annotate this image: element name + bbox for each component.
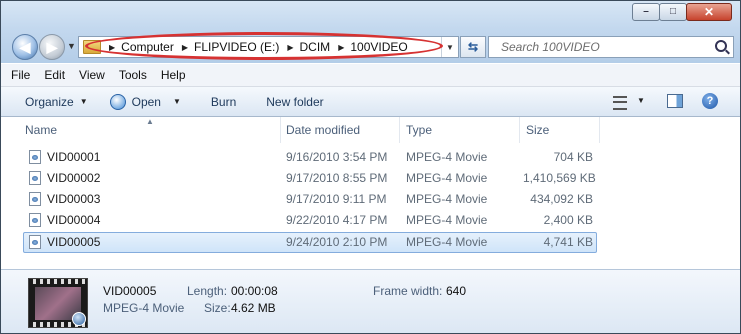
details-file-name: VID00005	[103, 284, 157, 298]
details-length-value[interactable]: 00:00:08	[231, 284, 278, 298]
breadcrumb-dcim[interactable]: DCIM	[300, 40, 331, 54]
open-button[interactable]: Open ▼	[109, 93, 181, 110]
address-bar[interactable]: ▶ Computer ▶ FLIPVIDEO (E:) ▶ DCIM ▶ 100…	[78, 36, 459, 58]
open-icon	[109, 93, 126, 110]
breadcrumb-separator-icon[interactable]: ▶	[287, 43, 293, 52]
organize-label: Organize	[25, 94, 74, 109]
file-date: 9/17/2010 9:11 PM	[286, 192, 387, 206]
details-size-label: Size:	[204, 301, 231, 315]
chevron-down-icon: ▼	[79, 97, 88, 106]
breadcrumb-100video[interactable]: 100VIDEO	[350, 40, 407, 54]
file-type: MPEG-4 Movie	[406, 213, 488, 227]
file-date: 9/24/2010 2:10 PM	[286, 235, 388, 249]
details-length-label: Length:	[187, 284, 228, 298]
file-size: 2,400 KB	[543, 213, 593, 227]
file-size: 4,741 KB	[543, 235, 593, 249]
video-file-icon	[29, 213, 41, 227]
menu-file[interactable]: File	[1, 68, 37, 82]
view-options-icon[interactable]	[613, 96, 627, 110]
search-input[interactable]	[499, 39, 713, 55]
minimize-button[interactable]: –	[632, 3, 660, 21]
details-size-value: 4.62 MB	[231, 301, 276, 315]
maximize-button[interactable]: □	[659, 3, 687, 21]
file-name: VID00005	[47, 235, 101, 249]
recent-pages-dropdown[interactable]: ▼	[67, 41, 76, 51]
breadcrumb-computer[interactable]: Computer	[121, 40, 174, 54]
file-type: MPEG-4 Movie	[406, 235, 488, 249]
search-box[interactable]	[488, 36, 734, 58]
refresh-icon: ⇆	[467, 40, 479, 54]
file-row[interactable]: VID00004 9/22/2010 4:17 PM MPEG-4 Movie …	[23, 210, 597, 231]
explorer-window: – □ ✕ ◀ ▶ ▼ ▶ Computer ▶ FLIPVIDEO (E:) …	[0, 0, 741, 334]
chevron-down-icon: ▼	[172, 97, 181, 106]
new-folder-button[interactable]: New folder	[266, 95, 323, 109]
file-date: 9/17/2010 8:55 PM	[286, 171, 388, 185]
column-header-size[interactable]: Size	[522, 117, 600, 143]
burn-button[interactable]: Burn	[211, 95, 236, 109]
video-file-icon	[29, 150, 41, 164]
file-row[interactable]: VID00001 9/16/2010 3:54 PM MPEG-4 Movie …	[23, 147, 597, 168]
breadcrumb-separator-icon[interactable]: ▶	[109, 43, 115, 52]
file-name: VID00004	[47, 213, 101, 227]
menu-bar: File Edit View Tools Help	[1, 64, 740, 87]
menu-view[interactable]: View	[72, 68, 112, 82]
folder-icon	[83, 40, 101, 54]
preview-pane-icon[interactable]	[667, 94, 683, 108]
file-size: 1,410,569 KB	[523, 171, 596, 185]
help-icon[interactable]: ?	[702, 93, 718, 109]
window-controls: – □ ✕	[632, 3, 732, 21]
details-frame-width-value[interactable]: 640	[446, 284, 466, 298]
menu-help[interactable]: Help	[154, 68, 193, 82]
file-name: VID00002	[47, 171, 101, 185]
menu-edit[interactable]: Edit	[37, 68, 72, 82]
column-headers: ▲ Name Date modified Type Size	[1, 117, 740, 143]
file-name: VID00003	[47, 192, 101, 206]
close-icon: ✕	[703, 5, 715, 19]
media-player-badge-icon	[72, 312, 86, 326]
minimize-icon: –	[643, 6, 649, 17]
details-pane: VID00005 MPEG-4 Movie Length: 00:00:08 S…	[1, 269, 740, 333]
video-file-icon	[29, 235, 41, 249]
file-row-selected[interactable]: VID00005 9/24/2010 2:10 PM MPEG-4 Movie …	[23, 232, 597, 253]
address-dropdown-icon[interactable]: ▼	[441, 37, 458, 57]
open-label: Open	[131, 94, 161, 109]
title-bar: – □ ✕ ◀ ▶ ▼ ▶ Computer ▶ FLIPVIDEO (E:) …	[1, 1, 740, 63]
back-arrow-icon: ◀	[19, 38, 31, 55]
column-header-date[interactable]: Date modified	[282, 117, 400, 143]
back-button[interactable]: ◀	[12, 34, 38, 60]
video-file-icon	[29, 171, 41, 185]
command-bar: Organize ▼ Open ▼ Burn New folder	[1, 87, 740, 117]
organize-button[interactable]: Organize ▼	[25, 95, 88, 109]
view-dropdown-icon[interactable]: ▼	[637, 96, 645, 105]
menu-tools[interactable]: Tools	[112, 68, 154, 82]
close-button[interactable]: ✕	[686, 3, 732, 21]
details-frame-width-label: Frame width:	[373, 284, 443, 298]
file-type: MPEG-4 Movie	[406, 150, 488, 164]
column-header-type[interactable]: Type	[402, 117, 520, 143]
breadcrumb-separator-icon[interactable]: ▶	[338, 43, 344, 52]
file-size: 704 KB	[553, 150, 593, 164]
file-name: VID00001	[47, 150, 101, 164]
forward-arrow-icon: ▶	[46, 38, 58, 55]
video-file-icon	[29, 192, 41, 206]
maximize-icon: □	[669, 6, 677, 17]
forward-button[interactable]: ▶	[39, 34, 65, 60]
file-row[interactable]: VID00003 9/17/2010 9:11 PM MPEG-4 Movie …	[23, 189, 597, 210]
file-row[interactable]: VID00002 9/17/2010 8:55 PM MPEG-4 Movie …	[23, 168, 597, 189]
file-size: 434,092 KB	[530, 192, 593, 206]
file-type: MPEG-4 Movie	[406, 192, 488, 206]
details-file-type: MPEG-4 Movie	[103, 301, 185, 315]
film-strip-top	[29, 279, 87, 284]
search-icon[interactable]	[715, 40, 727, 52]
file-type: MPEG-4 Movie	[406, 171, 488, 185]
breadcrumb-separator-icon[interactable]: ▶	[182, 43, 188, 52]
file-date: 9/22/2010 4:17 PM	[286, 213, 388, 227]
column-header-name[interactable]: Name	[21, 117, 281, 143]
file-date: 9/16/2010 3:54 PM	[286, 150, 388, 164]
video-thumbnail	[28, 278, 88, 328]
breadcrumb-drive[interactable]: FLIPVIDEO (E:)	[194, 40, 279, 54]
refresh-button[interactable]: ⇆	[460, 36, 486, 58]
